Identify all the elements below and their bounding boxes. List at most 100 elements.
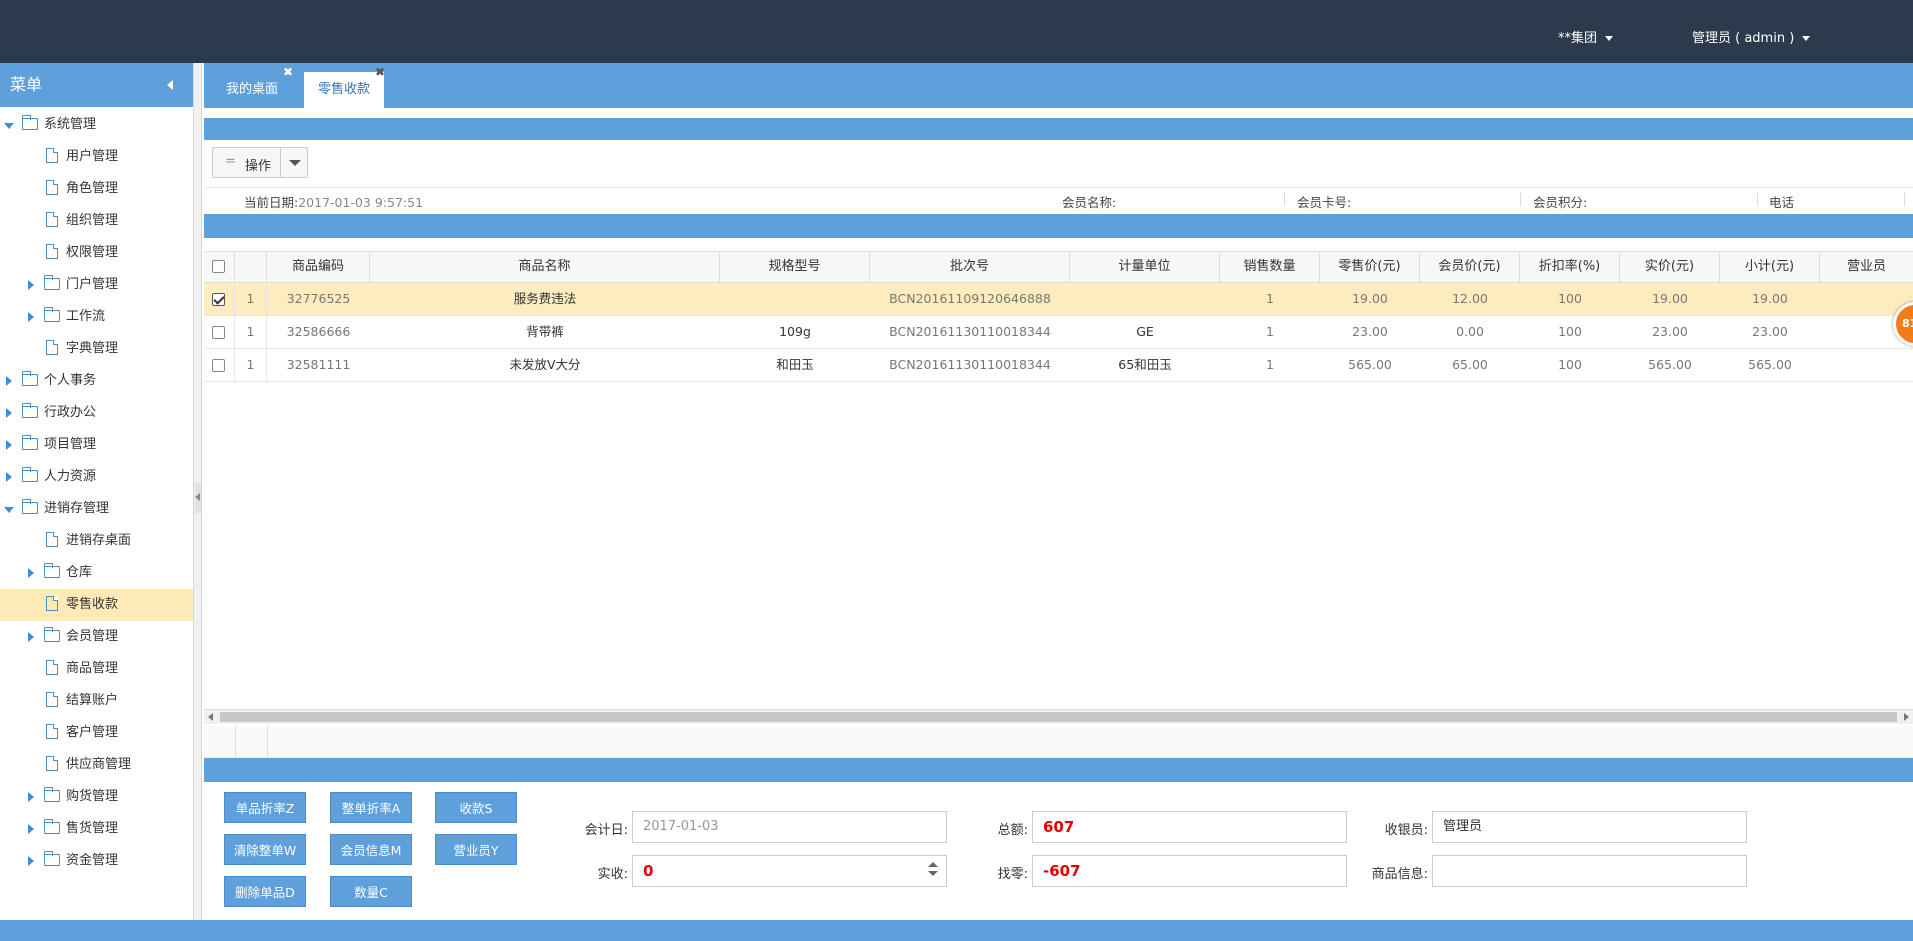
sidebar-item[interactable]: 进销存管理: [0, 493, 193, 525]
collapsed-arrow-icon[interactable]: [6, 472, 12, 482]
scroll-right-icon[interactable]: [1904, 713, 1909, 721]
sidebar-item[interactable]: 进销存桌面: [0, 525, 193, 557]
table-row[interactable]: 1 32586666 背带裤 109g BCN20161130110018344 GE 1 2…: [204, 316, 1913, 349]
col-header[interactable]: 营业员: [1820, 252, 1913, 282]
sidebar-item[interactable]: 零售收款: [0, 589, 193, 621]
single-discount-button[interactable]: 单品折率Z: [224, 792, 306, 823]
folder-icon: [44, 563, 60, 578]
cell-clerk: [1820, 349, 1913, 381]
row-checkbox[interactable]: [212, 326, 225, 339]
col-header[interactable]: 实价(元): [1620, 252, 1720, 282]
delete-item-button[interactable]: 删除单品D: [224, 876, 306, 907]
cashier-field[interactable]: 管理员: [1432, 811, 1747, 843]
col-header[interactable]: 批次号: [870, 252, 1070, 282]
user-dropdown[interactable]: 管理员 ( admin ): [1692, 27, 1811, 46]
sidebar-item[interactable]: 工作流: [0, 301, 193, 333]
product-info-input[interactable]: [1432, 855, 1747, 887]
sidebar-item[interactable]: 客户管理: [0, 717, 193, 749]
sidebar-item[interactable]: 项目管理: [0, 429, 193, 461]
col-header[interactable]: 商品编码: [267, 252, 370, 282]
sidebar-item[interactable]: 角色管理: [0, 173, 193, 205]
col-header[interactable]: 计量单位: [1070, 252, 1220, 282]
clerk-button[interactable]: 营业员Y: [435, 834, 517, 865]
sidebar-item[interactable]: 供应商管理: [0, 749, 193, 781]
expanded-arrow-icon[interactable]: [4, 507, 14, 513]
tab-retail-checkout[interactable]: 零售收款 ✖: [304, 65, 385, 108]
sidebar-item[interactable]: 售货管理: [0, 813, 193, 845]
group-dropdown[interactable]: **集团: [1558, 27, 1614, 46]
row-checkbox[interactable]: [212, 293, 225, 306]
collapsed-arrow-icon[interactable]: [28, 856, 34, 866]
sidebar-item[interactable]: 人力资源: [0, 461, 193, 493]
collapsed-arrow-icon[interactable]: [6, 440, 12, 450]
folder-open-icon: [22, 115, 38, 130]
operation-button[interactable]: = 操作: [212, 147, 308, 178]
number-spinner[interactable]: [928, 862, 938, 876]
sidebar-item[interactable]: 用户管理: [0, 141, 193, 173]
col-header[interactable]: 商品名称: [370, 252, 720, 282]
collapsed-arrow-icon[interactable]: [6, 408, 12, 418]
cell-discount: 100: [1558, 324, 1582, 339]
scroll-thumb[interactable]: [220, 712, 1897, 722]
sidebar-item[interactable]: 字典管理: [0, 333, 193, 365]
collapsed-arrow-icon[interactable]: [28, 280, 34, 290]
select-all-checkbox[interactable]: [212, 260, 225, 273]
col-header[interactable]: 小计(元): [1720, 252, 1820, 282]
collapse-handle-icon[interactable]: [195, 483, 201, 513]
cell-code: 32776525: [286, 291, 351, 306]
sidebar-item[interactable]: 系统管理: [0, 109, 193, 141]
chevron-down-icon[interactable]: [289, 160, 301, 166]
close-icon[interactable]: ✖: [375, 62, 385, 82]
sidebar-item[interactable]: 商品管理: [0, 653, 193, 685]
collapsed-arrow-icon[interactable]: [28, 632, 34, 642]
sidebar-item[interactable]: 门户管理: [0, 269, 193, 301]
quantity-button[interactable]: 数量C: [330, 876, 412, 907]
change-field[interactable]: -607: [1032, 855, 1347, 887]
order-discount-button[interactable]: 整单折率A: [330, 792, 412, 823]
tab-label: 我的桌面: [226, 82, 279, 97]
col-header[interactable]: 销售数量: [1220, 252, 1320, 282]
collect-payment-button[interactable]: 收款S: [435, 792, 517, 823]
sidebar-item[interactable]: 仓库: [0, 557, 193, 589]
sidebar-item-label: 人力资源: [44, 469, 97, 484]
row-number: 1: [235, 316, 267, 348]
col-header[interactable]: 会员价(元): [1420, 252, 1520, 282]
sidebar-item-label: 商品管理: [66, 661, 119, 676]
expanded-arrow-icon[interactable]: [4, 123, 14, 129]
sidebar-item[interactable]: 资金管理: [0, 845, 193, 877]
sidebar-item[interactable]: 个人事务: [0, 365, 193, 397]
sidebar-item-label: 仓库: [66, 565, 93, 580]
col-header[interactable]: 折扣率(%): [1520, 252, 1620, 282]
horizontal-scrollbar[interactable]: [204, 709, 1913, 724]
sidebar-item[interactable]: 组织管理: [0, 205, 193, 237]
close-icon[interactable]: ✖: [283, 62, 293, 82]
collapsed-arrow-icon[interactable]: [28, 824, 34, 834]
chevron-down-icon: [1802, 36, 1811, 41]
collapsed-arrow-icon[interactable]: [6, 376, 12, 386]
table-row[interactable]: 1 32776525 服务费违法 BCN20161109120646888 1 19.00…: [204, 283, 1913, 316]
sidebar-item-label: 角色管理: [66, 181, 119, 196]
tab-my-desktop[interactable]: 我的桌面 ✖: [212, 65, 293, 108]
sidebar-item[interactable]: 结算账户: [0, 685, 193, 717]
sidebar-splitter[interactable]: [194, 63, 202, 920]
account-date-field[interactable]: 2017-01-03: [632, 811, 947, 843]
clear-order-button[interactable]: 清除整单W: [224, 834, 306, 865]
received-amount-input[interactable]: 0: [632, 855, 947, 887]
table-row[interactable]: 1 32581111 未发放V大分 和田玉 BCN20161130110018344 65…: [204, 349, 1913, 382]
sidebar-item[interactable]: 行政办公: [0, 397, 193, 429]
divider: [1284, 192, 1285, 206]
scroll-left-icon[interactable]: [208, 713, 213, 721]
sidebar-item[interactable]: 购货管理: [0, 781, 193, 813]
folder-icon: [22, 467, 38, 482]
row-checkbox[interactable]: [212, 359, 225, 372]
collapsed-arrow-icon[interactable]: [28, 568, 34, 578]
collapsed-arrow-icon[interactable]: [28, 312, 34, 322]
col-header[interactable]: 零售价(元): [1320, 252, 1420, 282]
collapsed-arrow-icon[interactable]: [28, 792, 34, 802]
member-info-button[interactable]: 会员信息M: [330, 834, 412, 865]
sidebar-item[interactable]: 会员管理: [0, 621, 193, 653]
total-field[interactable]: 607: [1032, 811, 1347, 843]
sidebar-item[interactable]: 权限管理: [0, 237, 193, 269]
collapse-arrow-icon[interactable]: [167, 80, 173, 90]
col-header[interactable]: 规格型号: [720, 252, 870, 282]
